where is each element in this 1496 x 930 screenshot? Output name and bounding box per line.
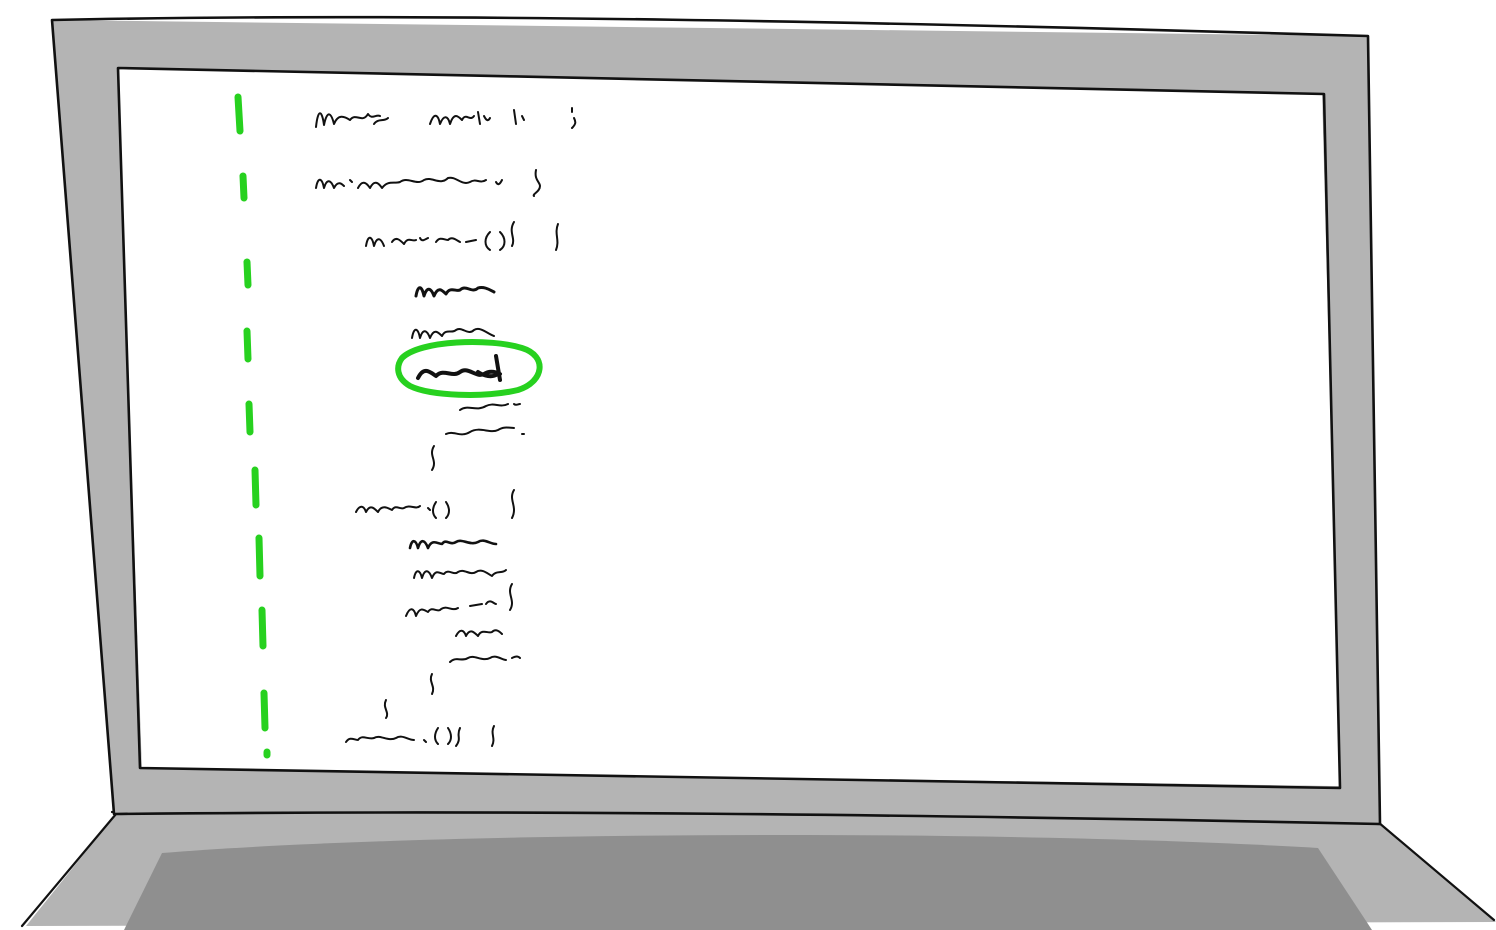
keyboard-area [124,834,1372,930]
gutter-dash [245,400,254,436]
gutter-dash [251,466,260,509]
gutter-dash [234,93,244,135]
gutter-dash [243,258,252,289]
screen [118,68,1340,786]
gutter-dash [260,689,269,732]
laptop-base [20,808,1496,930]
gutter-dash [239,172,248,202]
gutter-dash [258,606,267,650]
gutter-dash [243,327,252,363]
laptop-illustration [20,15,1496,930]
gutter-dash [255,534,264,580]
